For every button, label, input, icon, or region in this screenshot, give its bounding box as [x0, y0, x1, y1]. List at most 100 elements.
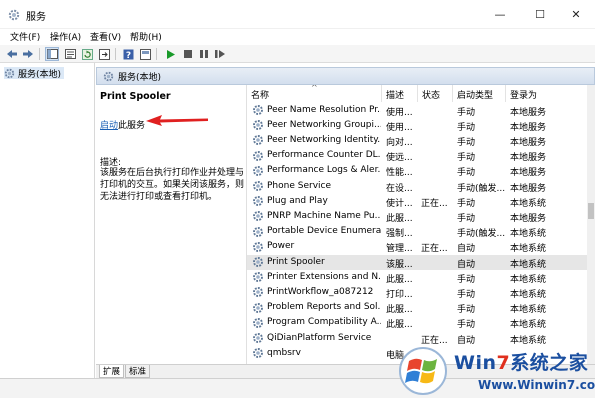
scrollbar-thumb[interactable]	[588, 203, 594, 219]
menu-file[interactable]: 文件(F)	[10, 30, 40, 43]
service-description: 管理...	[386, 244, 413, 255]
close-button[interactable]: ✕	[557, 0, 595, 29]
service-description: 使远...	[386, 153, 413, 164]
minimize-icon: —	[494, 8, 506, 21]
service-name: Power	[267, 241, 295, 252]
back-icon	[7, 50, 17, 58]
toolbar-separator	[156, 48, 157, 60]
menu-action[interactable]: 操作(A)	[50, 30, 81, 43]
toolbar-separator	[115, 48, 116, 60]
watermark: Win7系统之家 Www.Winwin7.com	[398, 340, 595, 398]
watermark-title-cn: 系统之家	[510, 352, 589, 374]
refresh-icon	[81, 48, 93, 60]
panel-header-title: 服务(本地)	[118, 72, 162, 83]
service-row[interactable]: Problem Reports and Sol... 此服... 手动 本地系统	[247, 301, 587, 316]
service-row[interactable]: Power 管理... 正在... 自动 本地系统	[247, 240, 587, 255]
back-button[interactable]	[5, 47, 19, 61]
column-header-logon-as[interactable]: 登录为	[506, 85, 587, 102]
service-name: Peer Name Resolution Pr...	[267, 104, 381, 115]
export-button[interactable]	[97, 47, 111, 61]
tab-standard[interactable]: 标准	[125, 365, 151, 378]
service-row[interactable]: Plug and Play 使计... 正在... 手动 本地系统	[247, 194, 587, 209]
start-icon	[167, 49, 175, 59]
service-logon-as: 本地系统	[510, 229, 547, 240]
service-row[interactable]: Performance Logs & Aler... 性能... 手动 本地服务	[247, 164, 587, 179]
window-title: 服务	[26, 12, 46, 23]
service-row[interactable]: PNRP Machine Name Pu... 此服... 手动 本地服务	[247, 209, 587, 224]
pause-icon	[200, 50, 208, 58]
service-gear-icon	[253, 150, 263, 161]
maximize-button[interactable]: ☐	[521, 0, 559, 29]
properties-icon	[64, 49, 76, 59]
service-row[interactable]: Peer Networking Identity... 向对... 手动 本地服务	[247, 133, 587, 148]
service-logon-as: 本地系统	[510, 274, 547, 285]
menu-view[interactable]: 查看(V)	[90, 30, 121, 43]
service-logon-as: 本地系统	[510, 198, 547, 209]
service-logon-as: 本地系统	[510, 320, 547, 331]
annotation-arrow-icon	[146, 115, 208, 126]
description-text: 该服务在后台执行打印作业并处理与打印机的交互。如果关闭该服务，则无法进行打印或查…	[100, 168, 245, 202]
tree-item-services-local[interactable]: 服务(本地)	[4, 67, 65, 80]
vertical-scrollbar[interactable]	[587, 85, 595, 364]
service-description: 强制...	[386, 229, 413, 240]
service-startup-type: 手动	[457, 274, 476, 285]
start-service-suffix: 此服务	[118, 121, 146, 131]
menu-help[interactable]: 帮助(H)	[130, 30, 162, 43]
service-logon-as: 本地服务	[510, 168, 547, 179]
service-logon-as: 本地系统	[510, 259, 547, 270]
minimize-button[interactable]: —	[481, 0, 519, 29]
start-service-button[interactable]	[164, 47, 178, 61]
service-title: Print Spooler	[100, 91, 171, 102]
service-description: 使用...	[386, 107, 413, 118]
service-startup-type: 手动	[457, 198, 476, 209]
service-row[interactable]: Peer Networking Groupi... 使用... 手动 本地服务	[247, 118, 587, 133]
restart-service-button[interactable]	[213, 47, 227, 61]
start-service-link[interactable]: 启动	[100, 118, 118, 131]
windows-logo-icon	[399, 347, 447, 395]
service-row[interactable]: Printer Extensions and N... 此服... 手动 本地系统	[247, 270, 587, 285]
toolbar-separator	[39, 48, 40, 60]
service-row[interactable]: Phone Service 在设... 手动(触发... 本地服务	[247, 179, 587, 194]
service-row[interactable]: Program Compatibility A... 此服... 手动 本地系统	[247, 316, 587, 331]
service-description: 使用...	[386, 122, 413, 133]
export-icon	[98, 48, 110, 60]
service-gear-icon	[253, 105, 263, 115]
column-header-description[interactable]: 描述	[382, 85, 418, 102]
stop-icon	[184, 50, 192, 58]
stop-service-button[interactable]	[181, 47, 195, 61]
toolbar: ?	[0, 45, 595, 63]
forward-button[interactable]	[21, 47, 35, 61]
help-icon: ?	[123, 49, 133, 60]
service-row[interactable]: Performance Counter DL... 使远... 手动 本地服务	[247, 149, 587, 164]
service-logon-as: 本地系统	[510, 289, 547, 300]
service-row[interactable]: PrintWorkflow_a087212 打印... 手动 本地系统	[247, 285, 587, 300]
service-gear-icon	[253, 165, 263, 176]
service-name: Program Compatibility A...	[267, 317, 381, 328]
service-startup-type: 手动	[457, 107, 476, 118]
service-gear-icon	[253, 317, 263, 328]
service-description: 此服...	[386, 320, 413, 331]
service-startup-type: 手动	[457, 320, 476, 331]
service-row[interactable]: Peer Name Resolution Pr... 使用... 手动 本地服务	[247, 103, 587, 118]
tab-extended[interactable]: 扩展	[99, 365, 125, 378]
show-tree-button[interactable]	[45, 47, 59, 61]
column-header-name[interactable]: ^ 名称	[247, 85, 382, 102]
pause-service-button[interactable]	[197, 47, 211, 61]
watermark-title: Win7系统之家	[454, 348, 588, 375]
service-description: 在设...	[386, 183, 413, 194]
title-bar: 服务 — ☐ ✕	[0, 0, 595, 29]
refresh-button[interactable]	[80, 47, 94, 61]
service-logon-as: 本地服务	[510, 153, 547, 164]
properties-button[interactable]	[63, 47, 77, 61]
service-detail-pane: Print Spooler 启动 此服务 描述: 该服务在后台执行打印作业并处理…	[96, 85, 246, 365]
column-header-status[interactable]: 状态	[418, 85, 453, 102]
service-name: PNRP Machine Name Pu...	[267, 210, 381, 221]
service-gear-icon	[253, 196, 263, 207]
service-row[interactable]: Portable Device Enumera... 强制... 手动(触发... 本…	[247, 225, 587, 240]
console-button[interactable]	[138, 47, 152, 61]
service-row[interactable]: Print Spooler 该服... 自动 本地系统	[247, 255, 587, 270]
help-button[interactable]: ?	[121, 47, 135, 61]
service-gear-icon	[253, 120, 263, 131]
service-gear-icon	[253, 241, 263, 252]
column-header-startup-type[interactable]: 启动类型	[453, 85, 506, 102]
